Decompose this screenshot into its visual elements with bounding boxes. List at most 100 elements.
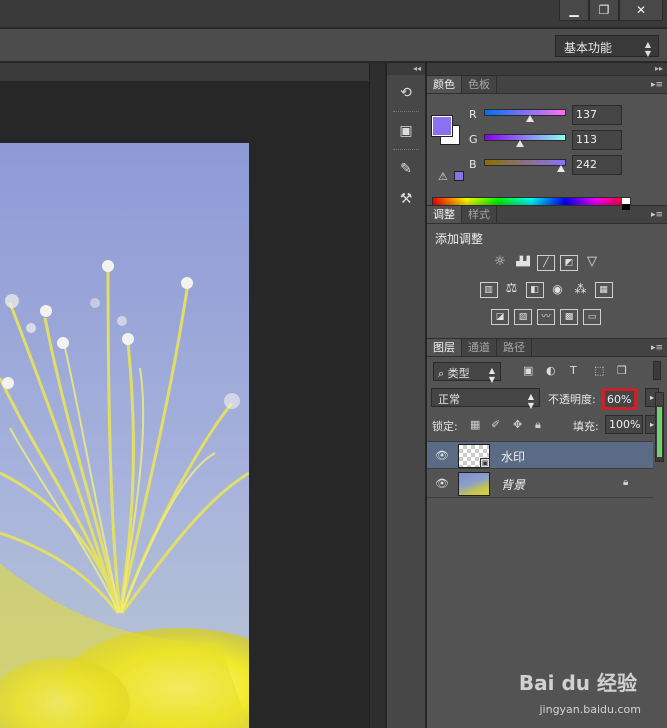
panel-menu-icon[interactable]: ▸≡ <box>651 76 663 94</box>
workspace-value: 基本功能 <box>564 41 613 55</box>
close-button[interactable]: ✕ <box>619 0 663 21</box>
layer-filter-row: ⌕ 类型 ▲ ▼ ▣ ◐ T ⬚ ❒ <box>427 358 667 386</box>
layer-name[interactable]: 水印 <box>501 448 525 465</box>
title-bar: ▁ ❐ ✕ <box>0 0 667 28</box>
brush-presets-icon[interactable]: ✎ <box>393 157 419 181</box>
levels-icon[interactable]: ▟▟ <box>514 255 532 271</box>
fill-input[interactable]: 100% <box>605 415 643 434</box>
blue-value-input[interactable]: 242 <box>572 155 622 175</box>
red-label: R <box>469 108 477 121</box>
adjustments-row-2: ▥ ⚖ ◧ ◉ ⁂ ▦ <box>471 282 621 298</box>
layers-scrollbar[interactable] <box>655 392 664 462</box>
image-filter-icon[interactable]: ▣ <box>523 364 533 377</box>
restore-button[interactable]: ❐ <box>589 0 619 21</box>
lock-pixels-icon[interactable]: ✐ <box>491 418 500 431</box>
exposure-icon[interactable]: ◩ <box>560 255 578 271</box>
brightness-contrast-icon[interactable]: ☼ <box>491 255 509 271</box>
curves-icon[interactable]: ╱ <box>537 255 555 271</box>
expand-panels-icon[interactable]: ▸▸ <box>427 63 667 75</box>
threshold-icon[interactable]: 〰 <box>537 309 555 325</box>
adjustments-row-3: ◪ ▨ 〰 ▩ ▭ <box>471 309 621 325</box>
foreground-color-swatch[interactable] <box>432 116 452 136</box>
opacity-label: 不透明度: <box>548 393 596 406</box>
workspace-select[interactable]: 基本功能 ▲ ▼ <box>555 35 659 58</box>
gamut-warning-icon[interactable]: ⚠ <box>438 170 448 183</box>
right-panels: ▸▸ 颜色 色板 ▸≡ R 137 G 113 B 242 ⚠ 调整 样式 ▸≡… <box>427 63 667 728</box>
baidu-watermark-url: jingyan.baidu.com <box>539 703 641 716</box>
lock-icon: 🔒︎ <box>623 477 629 488</box>
document-tab-bar <box>0 63 385 81</box>
fill-label: 填充: <box>573 420 599 433</box>
green-slider-track[interactable] <box>484 134 566 141</box>
dock-divider <box>393 149 419 151</box>
red-slider-track[interactable] <box>484 109 566 116</box>
eye-icon[interactable]: 👁︎ <box>435 449 449 462</box>
invert-icon[interactable]: ◪ <box>491 309 509 325</box>
tab-adjustments[interactable]: 调整 <box>427 206 462 223</box>
flower-image <box>0 260 249 728</box>
layer-name[interactable]: 背景 <box>501 476 525 493</box>
panel-menu-icon[interactable]: ▸≡ <box>651 206 663 224</box>
green-label: G <box>469 133 478 146</box>
tab-paths[interactable]: 路径 <box>497 339 532 356</box>
tab-channels[interactable]: 通道 <box>462 339 497 356</box>
green-value-input[interactable]: 113 <box>572 130 622 150</box>
tab-styles[interactable]: 样式 <box>462 206 497 223</box>
tab-layers[interactable]: 图层 <box>427 339 462 356</box>
3d-cube-icon[interactable]: ▣ <box>393 119 419 143</box>
panel-dock: ◂◂ ⟲ ▣ ✎ ⚒ <box>386 63 426 728</box>
photo-filter-icon[interactable]: ◉ <box>549 282 567 298</box>
scroll-up-arrow[interactable] <box>656 393 663 405</box>
color-lookup-icon[interactable]: ▦ <box>594 282 613 298</box>
gamut-color-swatch[interactable] <box>454 171 464 181</box>
shape-filter-icon[interactable]: ⬚ <box>594 364 604 377</box>
black-white-swatch[interactable] <box>622 198 630 210</box>
search-icon: ⌕ <box>438 367 448 380</box>
lock-all-icon[interactable]: 🔒︎ <box>535 418 541 432</box>
tab-swatches[interactable]: 色板 <box>462 76 497 93</box>
lock-position-icon[interactable]: ✥ <box>513 418 522 431</box>
green-slider-thumb[interactable] <box>516 140 524 147</box>
adjustments-row-1: ☼ ▟▟ ╱ ◩ ▽ <box>471 255 621 271</box>
document-scrollbar[interactable] <box>369 63 385 728</box>
blend-opacity-row: 正常 ▲ ▼ 不透明度: 60% ▸ <box>427 386 667 414</box>
hue-saturation-icon[interactable]: ▥ <box>479 282 498 298</box>
layer-row-background[interactable]: 👁︎ 背景 🔒︎ <box>427 470 653 498</box>
smart-object-filter-icon[interactable]: ❒ <box>617 364 627 377</box>
history-icon[interactable]: ⟲ <box>393 81 419 105</box>
collapse-dock-icon[interactable]: ◂◂ <box>387 63 425 75</box>
layers-panel-tabs: 图层 通道 路径 ▸≡ <box>427 339 667 357</box>
red-value-input[interactable]: 137 <box>572 105 622 125</box>
tab-color[interactable]: 颜色 <box>427 76 462 93</box>
blue-slider-track[interactable] <box>484 159 566 166</box>
channel-mixer-icon[interactable]: ⁂ <box>572 282 590 298</box>
chevron-updown-icon: ▲ ▼ <box>488 366 495 384</box>
gradient-map-icon[interactable]: ▭ <box>583 309 601 325</box>
posterize-icon[interactable]: ▨ <box>514 309 532 325</box>
blue-slider-thumb[interactable] <box>557 165 565 172</box>
tool-presets-icon[interactable]: ⚒ <box>393 187 419 211</box>
vibrance-icon[interactable]: ▽ <box>583 255 601 271</box>
green-slider-row: G 113 <box>469 130 665 152</box>
filter-toggle-switch[interactable] <box>653 361 661 380</box>
type-filter-icon[interactable]: T <box>570 364 577 377</box>
selective-color-icon[interactable]: ▩ <box>560 309 578 325</box>
layer-filter-select[interactable]: ⌕ 类型 ▲ ▼ <box>433 362 501 384</box>
black-white-icon[interactable]: ◧ <box>525 282 544 298</box>
panel-menu-icon[interactable]: ▸≡ <box>651 339 663 357</box>
layer-row-watermark[interactable]: 👁︎ ▣ 水印 <box>427 441 653 469</box>
lock-label: 锁定: <box>432 420 458 433</box>
lock-transparent-icon[interactable]: ▦ <box>470 418 480 431</box>
window-controls: ▁ ❐ ✕ <box>559 0 663 21</box>
canvas-image[interactable] <box>0 143 249 728</box>
blend-mode-select[interactable]: 正常 ▲ ▼ <box>431 388 540 410</box>
scroll-thumb[interactable] <box>657 407 662 457</box>
adjustment-filter-icon[interactable]: ◐ <box>546 364 556 377</box>
color-balance-icon[interactable]: ⚖ <box>503 282 521 298</box>
opacity-input[interactable]: 60% <box>602 388 637 410</box>
minimize-button[interactable]: ▁ <box>559 0 589 21</box>
red-slider-thumb[interactable] <box>526 115 534 122</box>
eye-icon[interactable]: 👁︎ <box>435 477 449 490</box>
adjustments-panel-tabs: 调整 样式 ▸≡ <box>427 206 667 224</box>
red-slider-row: R 137 <box>469 105 665 127</box>
